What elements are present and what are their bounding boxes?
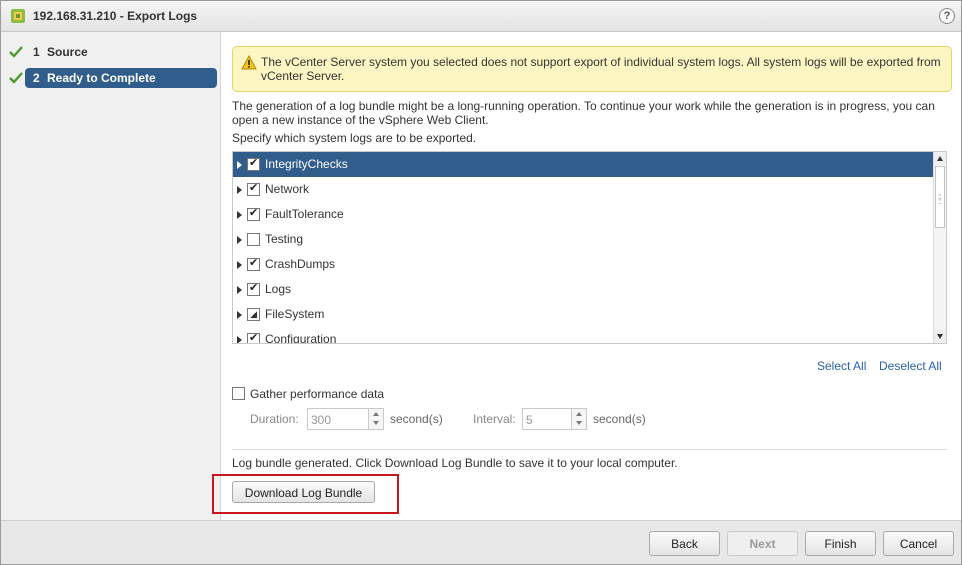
log-checkbox[interactable] — [247, 308, 260, 321]
log-label: FileSystem — [265, 307, 325, 321]
scroll-down-button[interactable] — [934, 330, 946, 343]
back-button[interactable]: Back — [649, 531, 720, 556]
section-divider — [232, 449, 947, 450]
tree-row-faulttolerance[interactable]: ✔ FaultTolerance — [233, 202, 933, 227]
tree-scrollbar[interactable]: :::: — [933, 152, 946, 343]
select-all-link[interactable]: Select All — [817, 359, 866, 373]
arrow-down-icon — [373, 421, 379, 425]
step-label: Source — [47, 45, 88, 59]
checkmark-icon: ✔ — [249, 332, 259, 344]
expand-arrow-icon[interactable] — [237, 186, 242, 194]
log-checkbox[interactable]: ✔ — [247, 207, 260, 221]
log-label: IntegrityChecks — [265, 157, 348, 171]
system-logs-tree[interactable]: ✔ IntegrityChecks ✔ Network ✔ FaultTolerance T… — [232, 151, 947, 344]
window-title: 192.168.31.210 - Export Logs — [33, 9, 198, 23]
title-bar: 192.168.31.210 - Export Logs ? — [1, 1, 961, 32]
log-label: Testing — [265, 232, 304, 246]
checkmark-icon: ✔ — [249, 282, 259, 294]
check-icon — [9, 46, 23, 58]
log-checkbox[interactable]: ✔ — [247, 157, 260, 171]
next-button: Next — [727, 531, 798, 556]
stepper-arrows[interactable] — [571, 409, 586, 429]
log-checkbox[interactable]: ✔ — [247, 182, 260, 196]
vcenter-icon — [11, 9, 25, 23]
deselect-all-link[interactable]: Deselect All — [879, 359, 942, 373]
tree-row-filesystem[interactable]: FileSystem — [233, 302, 933, 327]
tree-row-integritychecks[interactable]: ✔ IntegrityChecks — [233, 152, 933, 177]
duration-label: Duration: — [250, 412, 299, 426]
wizard-footer: Back Next Finish Cancel — [1, 520, 961, 564]
expand-arrow-icon[interactable] — [237, 286, 242, 294]
log-checkbox[interactable]: ✔ — [247, 257, 260, 271]
log-label: FaultTolerance — [265, 207, 344, 221]
step-ready-to-complete[interactable]: 2 Ready to Complete — [5, 68, 217, 88]
log-label: CrashDumps — [265, 257, 336, 271]
log-checkbox[interactable] — [247, 233, 260, 246]
duration-stepper[interactable]: 300 — [307, 408, 384, 430]
specify-label: Specify which system logs are to be expo… — [232, 131, 477, 145]
wizard-steps: 1 Source 2 Ready to Complete — [1, 32, 221, 520]
tree-row-testing[interactable]: Testing — [233, 227, 933, 252]
interval-label: Interval: — [473, 412, 516, 426]
bundle-generated-text: Log bundle generated. Click Download Log… — [232, 456, 678, 470]
expand-arrow-icon[interactable] — [237, 236, 242, 244]
description-text: The generation of a log bundle might be … — [232, 99, 935, 127]
log-label: Network — [265, 182, 310, 196]
stepper-arrows[interactable] — [368, 409, 383, 429]
expand-arrow-icon[interactable] — [237, 161, 242, 169]
log-label: Logs — [265, 282, 292, 296]
tree-row-network[interactable]: ✔ Network — [233, 177, 933, 202]
finish-button[interactable]: Finish — [805, 531, 876, 556]
warning-icon — [241, 55, 257, 70]
warning-banner: The vCenter Server system you selected d… — [232, 46, 952, 92]
arrow-down-icon — [576, 421, 582, 425]
check-icon — [9, 72, 23, 84]
expand-arrow-icon[interactable] — [237, 336, 242, 343]
scroll-up-button[interactable] — [934, 152, 946, 165]
duration-value: 300 — [311, 413, 332, 427]
gather-perf-label: Gather performance data — [250, 387, 385, 401]
arrow-up-icon — [373, 412, 379, 416]
expand-arrow-icon[interactable] — [237, 211, 242, 219]
interval-unit: second(s) — [593, 412, 646, 426]
checkmark-icon: ✔ — [249, 182, 259, 194]
step-number: 2 — [33, 71, 40, 85]
export-logs-dialog: 192.168.31.210 - Export Logs ? 1 Source … — [0, 0, 962, 565]
gather-perf-checkbox[interactable] — [232, 387, 245, 400]
main-content: The vCenter Server system you selected d… — [212, 32, 961, 520]
checkmark-icon: ✔ — [249, 157, 259, 169]
interval-stepper[interactable]: 5 — [522, 408, 587, 430]
cancel-button[interactable]: Cancel — [883, 531, 954, 556]
log-label: Configuration — [265, 332, 337, 344]
warning-text: The vCenter Server system you selected d… — [261, 55, 941, 83]
arrow-up-icon — [576, 412, 582, 416]
checkmark-icon: ✔ — [249, 257, 259, 269]
log-checkbox[interactable]: ✔ — [247, 282, 260, 296]
tree-row-crashdumps[interactable]: ✔ CrashDumps — [233, 252, 933, 277]
arrow-down-icon — [937, 334, 943, 339]
scroll-thumb[interactable]: :::: — [935, 166, 945, 228]
grip-icon: :::: — [938, 192, 942, 206]
step-number: 1 — [33, 45, 40, 59]
help-icon[interactable]: ? — [939, 8, 955, 24]
log-checkbox[interactable]: ✔ — [247, 332, 260, 344]
duration-unit: second(s) — [390, 412, 443, 426]
step-source[interactable]: 1 Source — [5, 42, 217, 62]
checkmark-icon: ✔ — [249, 207, 259, 219]
partial-check-icon — [250, 311, 257, 318]
expand-arrow-icon[interactable] — [237, 261, 242, 269]
download-log-bundle-button[interactable]: Download Log Bundle — [232, 481, 375, 503]
arrow-up-icon — [937, 156, 943, 161]
interval-value: 5 — [526, 413, 533, 427]
tree-row-logs[interactable]: ✔ Logs — [233, 277, 933, 302]
step-label: Ready to Complete — [47, 71, 156, 85]
expand-arrow-icon[interactable] — [237, 311, 242, 319]
tree-row-configuration[interactable]: ✔ Configuration — [233, 327, 933, 344]
